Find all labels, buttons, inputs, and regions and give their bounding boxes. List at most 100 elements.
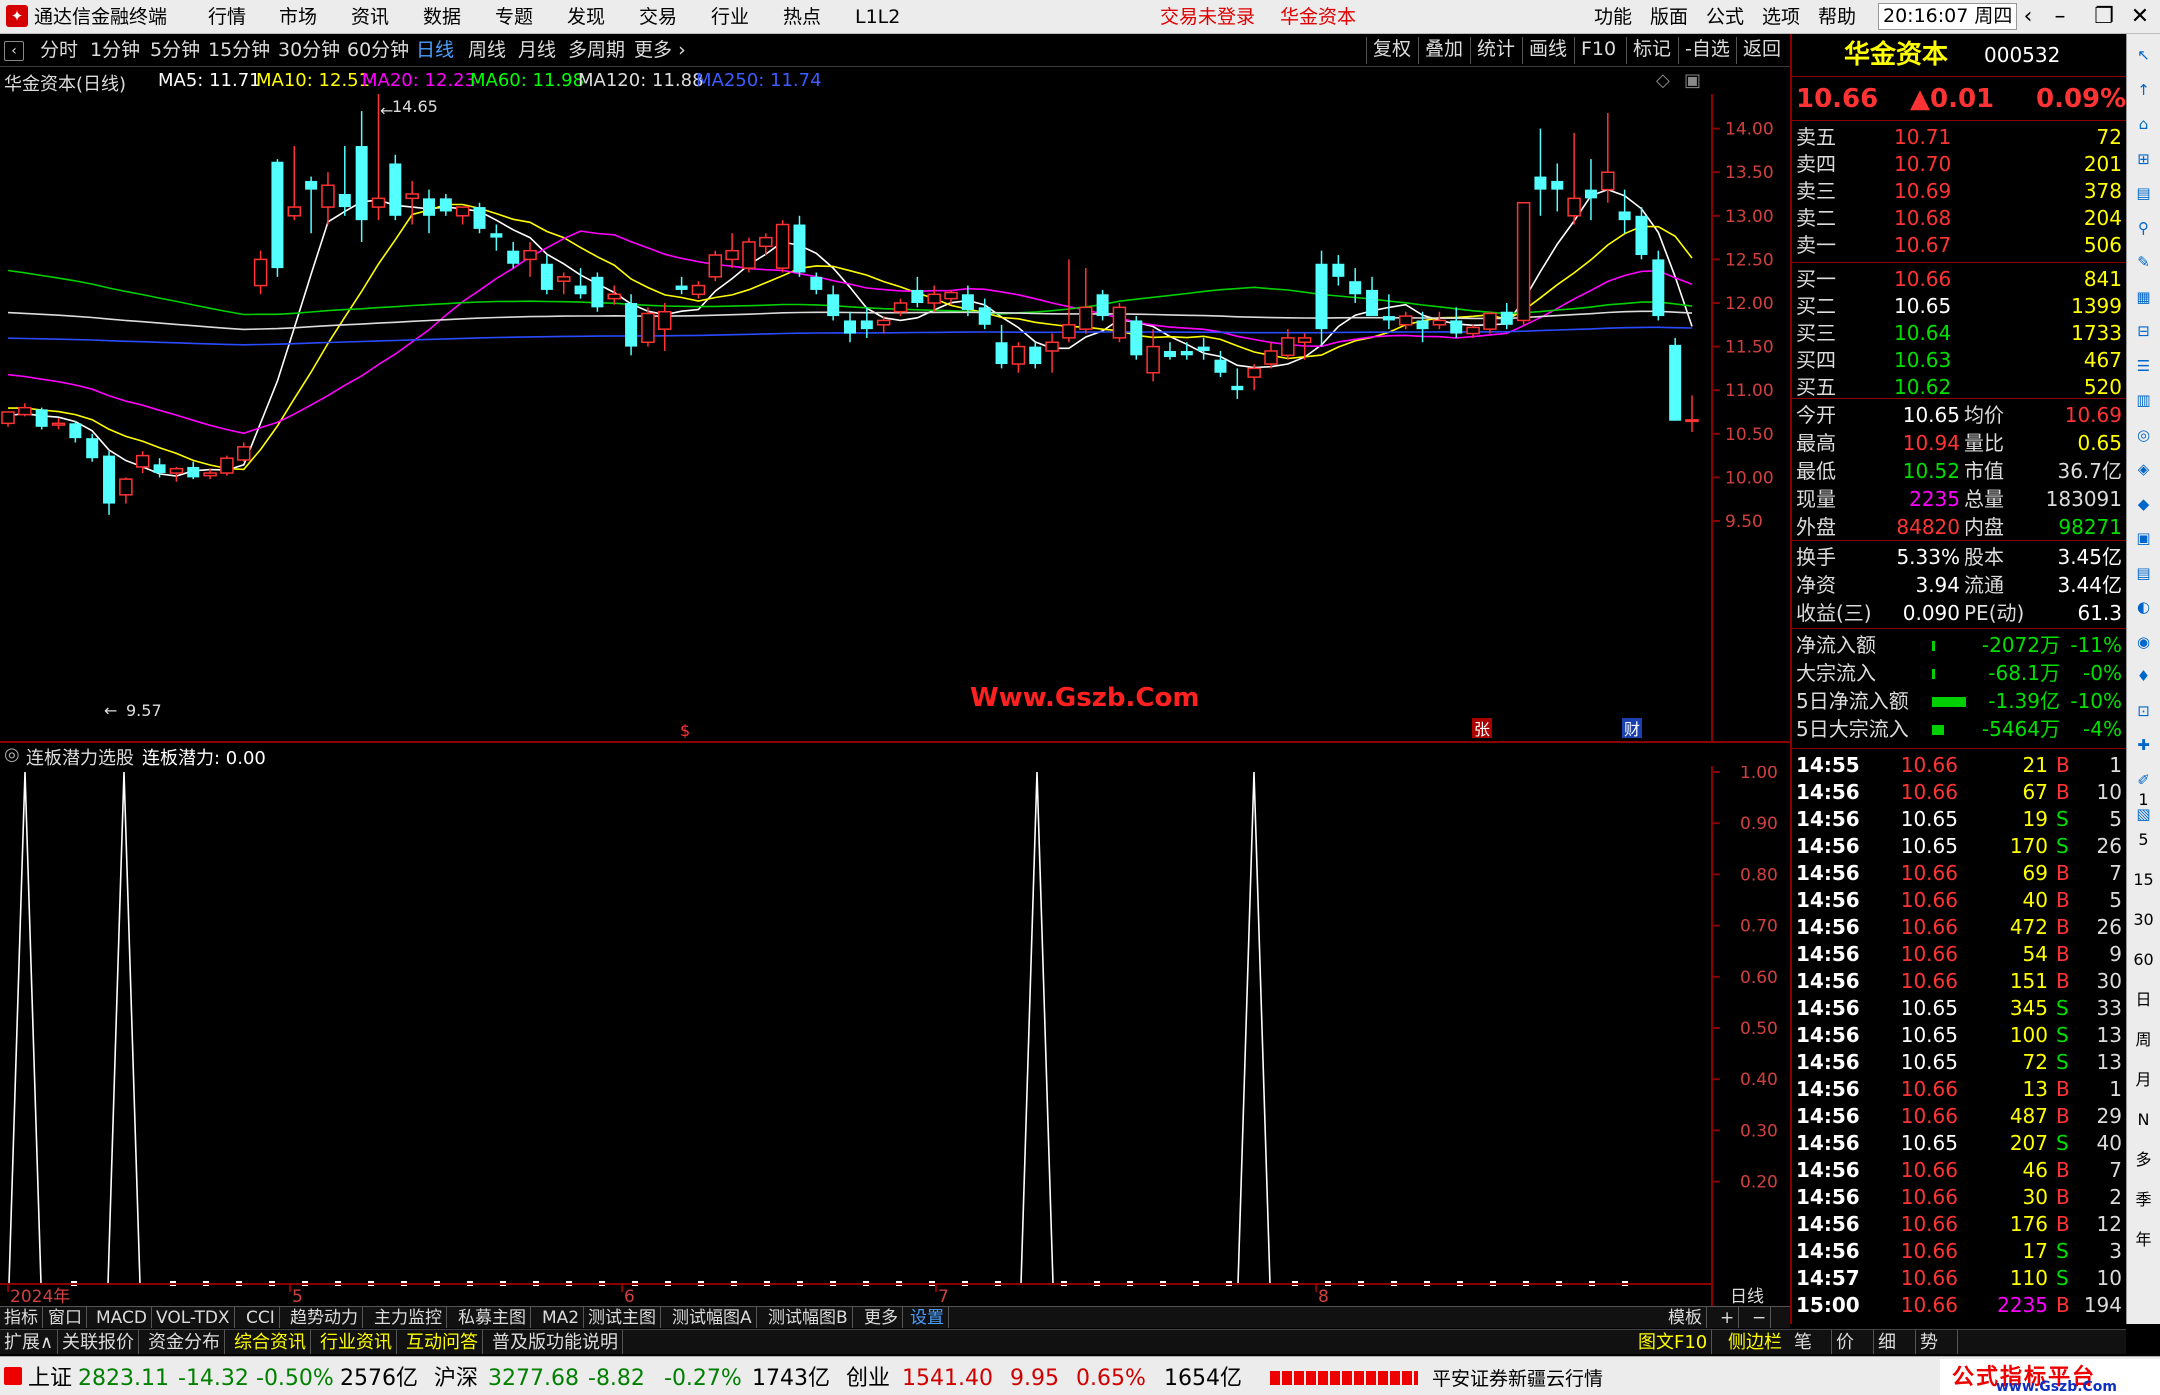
- tab-trend[interactable]: 势: [1916, 1330, 1958, 1354]
- tab-qa[interactable]: 互动问答: [402, 1330, 483, 1354]
- period-tab-multi[interactable]: 多周期: [568, 38, 625, 63]
- menu-item-data[interactable]: 数据: [423, 5, 461, 29]
- tool-icon[interactable]: ☰: [2130, 353, 2157, 380]
- tab-macd[interactable]: MACD: [92, 1307, 152, 1328]
- menu-item-layout[interactable]: 版面: [1650, 5, 1688, 29]
- tab-price-dist[interactable]: 价: [1832, 1330, 1874, 1354]
- period-tab-1min[interactable]: 1分钟: [90, 38, 140, 63]
- tab-ma2[interactable]: MA2: [538, 1307, 585, 1328]
- diamond-icon[interactable]: ◇: [1656, 70, 1670, 91]
- tab-feature-guide[interactable]: 普及版功能说明: [488, 1330, 623, 1354]
- chevron-left-icon[interactable]: ‹: [4, 41, 24, 61]
- menu-item-topics[interactable]: 专题: [495, 5, 533, 29]
- sz-index-name[interactable]: 沪深: [434, 1365, 478, 1393]
- sh-index-name[interactable]: 上证: [28, 1365, 72, 1393]
- menu-item-hot[interactable]: 热点: [783, 5, 821, 29]
- tool-icon[interactable]: ✎: [2130, 249, 2157, 276]
- add-pane-button[interactable]: +: [1716, 1307, 1740, 1328]
- tool-icon[interactable]: ▦: [2130, 284, 2157, 311]
- period-shortcut[interactable]: 年: [2130, 1226, 2157, 1253]
- event-marker-dollar[interactable]: $: [680, 721, 690, 740]
- remove-pane-button[interactable]: −: [1748, 1307, 1772, 1328]
- period-tab-more[interactable]: 更多 ›: [634, 38, 686, 63]
- login-status[interactable]: 交易未登录: [1160, 5, 1255, 29]
- tool-icon[interactable]: ▥: [2130, 387, 2157, 414]
- period-tab-weekly[interactable]: 周线: [468, 38, 506, 63]
- period-tab-intraday[interactable]: 分时: [40, 38, 78, 63]
- tab-window[interactable]: 窗口: [44, 1307, 87, 1328]
- overlay-button[interactable]: 叠加: [1418, 37, 1469, 64]
- tool-icon[interactable]: ◐: [2130, 594, 2157, 621]
- event-marker-limit[interactable]: 张: [1474, 720, 1490, 739]
- period-shortcut[interactable]: 1: [2130, 786, 2157, 813]
- tool-icon[interactable]: ◈: [2130, 456, 2157, 483]
- tool-icon[interactable]: ✚: [2130, 732, 2157, 759]
- tab-expand[interactable]: 扩展∧: [0, 1330, 59, 1354]
- menu-item-formula[interactable]: 公式: [1706, 5, 1744, 29]
- back-icon[interactable]: ‹: [2012, 3, 2044, 31]
- period-shortcut[interactable]: 30: [2130, 906, 2157, 933]
- tab-fund-distribution[interactable]: 资金分布: [144, 1330, 225, 1354]
- tool-icon[interactable]: ⊟: [2130, 318, 2157, 345]
- f10-button[interactable]: F10: [1574, 37, 1622, 64]
- tool-icon[interactable]: ⊞: [2130, 146, 2157, 173]
- tool-icon[interactable]: ♦: [2130, 663, 2157, 690]
- candlestick-chart[interactable]: 14.50 14.00 13.50 13.00 12.50 12.00 11.50 11.00…: [0, 94, 1790, 741]
- stats-button[interactable]: 统计: [1470, 37, 1521, 64]
- period-tab-30min[interactable]: 30分钟: [278, 38, 340, 63]
- indicator-chart[interactable]: 1.00 0.90 0.80 0.70 0.60 0.50 0.40 0.30 0.20 202…: [0, 766, 1790, 1306]
- adjust-button[interactable]: 复权: [1366, 37, 1417, 64]
- menu-item-l1l2[interactable]: L1L2: [855, 5, 900, 29]
- tab-tick-list[interactable]: 笔: [1790, 1330, 1832, 1354]
- period-tab-60min[interactable]: 60分钟: [347, 38, 409, 63]
- tab-trend-power[interactable]: 趋势动力: [286, 1307, 363, 1328]
- restore-icon[interactable]: ❐: [2088, 3, 2120, 31]
- tool-icon[interactable]: ▤: [2130, 180, 2157, 207]
- tool-icon[interactable]: ⌂: [2130, 111, 2157, 138]
- tool-icon[interactable]: ↖: [2130, 42, 2157, 69]
- tab-main-monitor[interactable]: 主力监控: [370, 1307, 447, 1328]
- tool-icon[interactable]: ⊡: [2130, 698, 2157, 725]
- tool-icon[interactable]: ◆: [2130, 491, 2157, 518]
- tab-cci[interactable]: CCI: [242, 1307, 280, 1328]
- event-marker-finance[interactable]: 财: [1624, 720, 1640, 739]
- close-icon[interactable]: ✕: [2124, 3, 2156, 31]
- tab-industry-news[interactable]: 行业资讯: [316, 1330, 397, 1354]
- tab-vol-tdx[interactable]: VOL-TDX: [152, 1307, 235, 1328]
- f10-text-button[interactable]: 图文F10: [1634, 1330, 1713, 1354]
- tool-icon[interactable]: ◉: [2130, 629, 2157, 656]
- tool-icon[interactable]: ▤: [2130, 560, 2157, 587]
- period-tab-monthly[interactable]: 月线: [518, 38, 556, 63]
- menu-item-function[interactable]: 功能: [1594, 5, 1632, 29]
- period-shortcut[interactable]: 5: [2130, 826, 2157, 853]
- period-tab-5min[interactable]: 5分钟: [150, 38, 200, 63]
- tab-test-sub-a[interactable]: 测试幅图A: [668, 1307, 757, 1328]
- period-tab-daily[interactable]: 日线: [416, 38, 454, 63]
- minimize-icon[interactable]: –: [2044, 3, 2076, 31]
- tab-settings[interactable]: 设置: [906, 1307, 949, 1328]
- tab-more[interactable]: 更多: [860, 1307, 903, 1328]
- cy-index-name[interactable]: 创业: [846, 1365, 890, 1393]
- tool-icon[interactable]: ▣: [2130, 525, 2157, 552]
- draw-button[interactable]: 画线: [1522, 37, 1573, 64]
- period-shortcut[interactable]: 周: [2130, 1026, 2157, 1053]
- menu-item-news[interactable]: 资讯: [351, 5, 389, 29]
- tab-test-sub-b[interactable]: 测试幅图B: [764, 1307, 853, 1328]
- tab-detail[interactable]: 细: [1874, 1330, 1916, 1354]
- tab-indicator[interactable]: 指标: [0, 1307, 43, 1328]
- watchlist-remove-button[interactable]: -自选: [1678, 37, 1736, 64]
- panel-toggle-icon[interactable]: ▣: [1684, 70, 1701, 91]
- cloud-server[interactable]: 平安证券新疆云行情: [1432, 1365, 1603, 1393]
- mark-button[interactable]: 标记: [1626, 37, 1677, 64]
- period-shortcut[interactable]: 多: [2130, 1146, 2157, 1173]
- tab-related-quotes[interactable]: 关联报价: [58, 1330, 139, 1354]
- menu-item-quotes[interactable]: 行情: [208, 5, 246, 29]
- period-shortcut[interactable]: N: [2130, 1106, 2157, 1133]
- menu-item-help[interactable]: 帮助: [1818, 5, 1856, 29]
- period-tab-15min[interactable]: 15分钟: [208, 38, 270, 63]
- tool-icon[interactable]: ⚲: [2130, 215, 2157, 242]
- period-shortcut[interactable]: 15: [2130, 866, 2157, 893]
- menu-item-options[interactable]: 选项: [1762, 5, 1800, 29]
- menu-item-discover[interactable]: 发现: [567, 5, 605, 29]
- menu-item-industry[interactable]: 行业: [711, 5, 749, 29]
